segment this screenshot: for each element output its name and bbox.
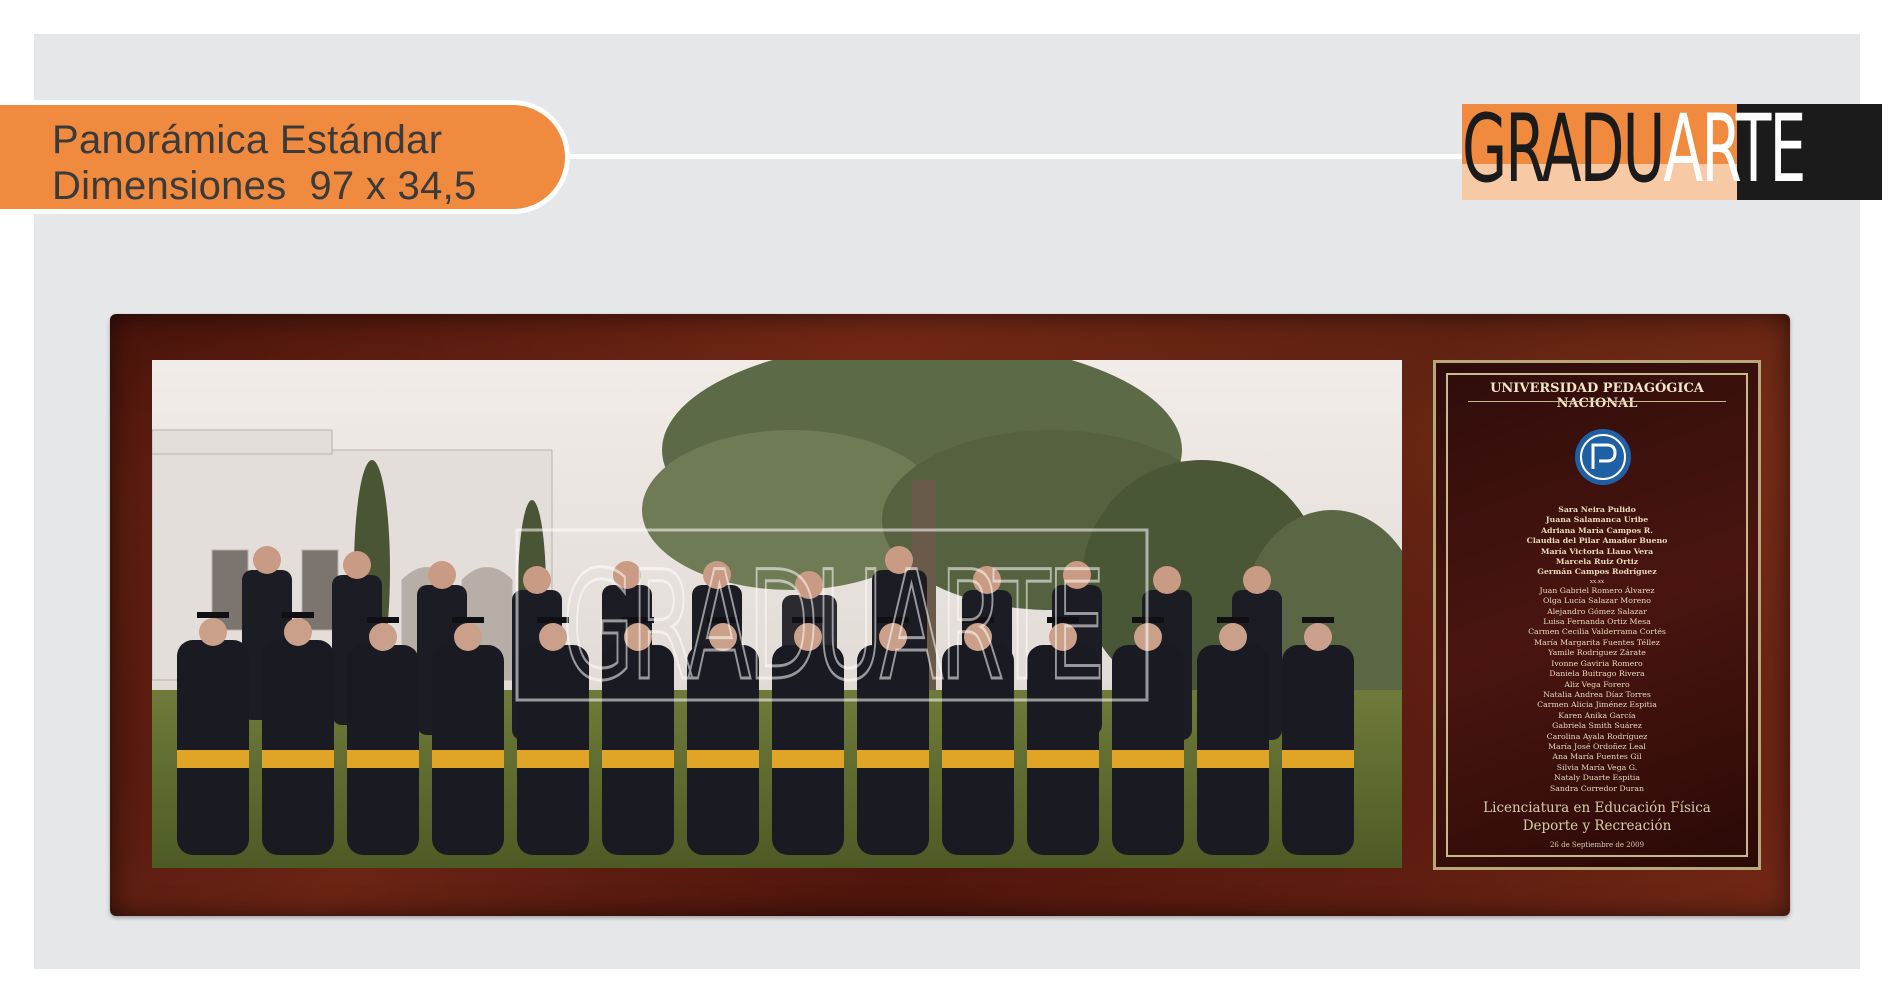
header-divider xyxy=(540,154,1585,159)
product-dimensions: Dimensiones 97 x 34,5 xyxy=(52,164,477,208)
staff-name: Marcela Ruiz Ortiz xyxy=(1555,557,1639,567)
graduate-name: Sandra Corredor Duran xyxy=(1549,783,1645,793)
graduate-name: Nataly Duarte Espitia xyxy=(1554,773,1640,783)
program-title: Licenciatura en Educación Física Deporte… xyxy=(1448,799,1746,835)
staff-name: Germán Campos Rodríguez xyxy=(1537,567,1657,577)
graduation-date: 26 de Septiembre de 2009 xyxy=(1549,841,1645,849)
graduate-name: María José Ordoñez Leal xyxy=(1548,741,1646,751)
graduarte-logo: GRADUARTE xyxy=(1462,98,1882,202)
staff-name: María Victoria Llano Vera xyxy=(1540,546,1654,556)
names-list: Sara Neira Pulido Juana Salamanca Uribe … xyxy=(1448,505,1746,794)
graduate-name: Carmen Cecilia Valderrama Cortés xyxy=(1528,627,1666,637)
info-plate: UNIVERSIDAD PEDAGÓGICA NACIONAL Sara Nei… xyxy=(1433,360,1761,870)
graduate-name: Yamile Rodríguez Zárate xyxy=(1548,648,1646,658)
graduate-name: Daniela Buitrago Rivera xyxy=(1549,669,1645,679)
graduate-name: Luisa Fernanda Ortiz Mesa xyxy=(1543,617,1651,627)
group-photo: GRADUARTE xyxy=(152,360,1402,868)
graduate-name: Aliz Vega Forero xyxy=(1564,679,1630,689)
graduate-name: Natalia Andrea Díaz Torres xyxy=(1543,689,1651,699)
university-rule xyxy=(1468,401,1726,402)
program-line-2: Deporte y Recreación xyxy=(1522,818,1672,834)
product-name: Panorámica Estándar xyxy=(52,118,443,162)
staff-name: Juana Salamanca Uribe xyxy=(1545,515,1649,525)
graduation-plaque: GRADUARTE UNIVERSIDAD PEDAGÓGICA NACIONA… xyxy=(110,314,1790,916)
names-separator: xx.xx xyxy=(1589,578,1605,585)
graduate-name: Olga Lucía Salazar Moreno xyxy=(1542,596,1652,606)
group-photo-illustration: GRADUARTE xyxy=(152,360,1402,868)
staff-name: Claudia del Pilar Amador Bueno xyxy=(1526,536,1668,546)
logo-text-gradu: GRADU xyxy=(1462,95,1665,204)
graduate-name: Ana María Fuentes Gil xyxy=(1552,752,1642,762)
title-banner: Panorámica Estándar Dimensiones 97 x 34,… xyxy=(0,100,570,214)
graduate-name: María Margarita Fuentes Téllez xyxy=(1534,637,1660,647)
graduate-name: Alejandro Gómez Salazar xyxy=(1547,606,1647,616)
university-seal-icon xyxy=(1575,429,1631,485)
graduate-name: Juan Gabriel Romero Álvarez xyxy=(1539,585,1655,595)
watermark: GRADUARTE xyxy=(515,528,1149,715)
graduate-name: Carolina Ayala Rodríguez xyxy=(1546,731,1648,741)
staff-name: Adriana María Campos R. xyxy=(1540,525,1654,535)
logo-text-arte: ARTE xyxy=(1663,95,1806,204)
graduate-name: Ivonne Gaviria Romero xyxy=(1551,658,1643,668)
graduate-name: Silvia María Vega G. xyxy=(1556,762,1638,772)
watermark-text: GRADUARTE xyxy=(562,540,1102,714)
graduate-name: Gabriela Smith Suárez xyxy=(1552,721,1642,731)
staff-name: Sara Neira Pulido xyxy=(1558,505,1636,514)
graduate-name: Karen Anika García xyxy=(1558,710,1636,720)
university-name: UNIVERSIDAD PEDAGÓGICA NACIONAL xyxy=(1490,381,1704,411)
graduate-name: Carmen Alicia Jiménez Espitia xyxy=(1537,700,1657,710)
program-line-1: Licenciatura en Educación Física xyxy=(1483,800,1711,816)
